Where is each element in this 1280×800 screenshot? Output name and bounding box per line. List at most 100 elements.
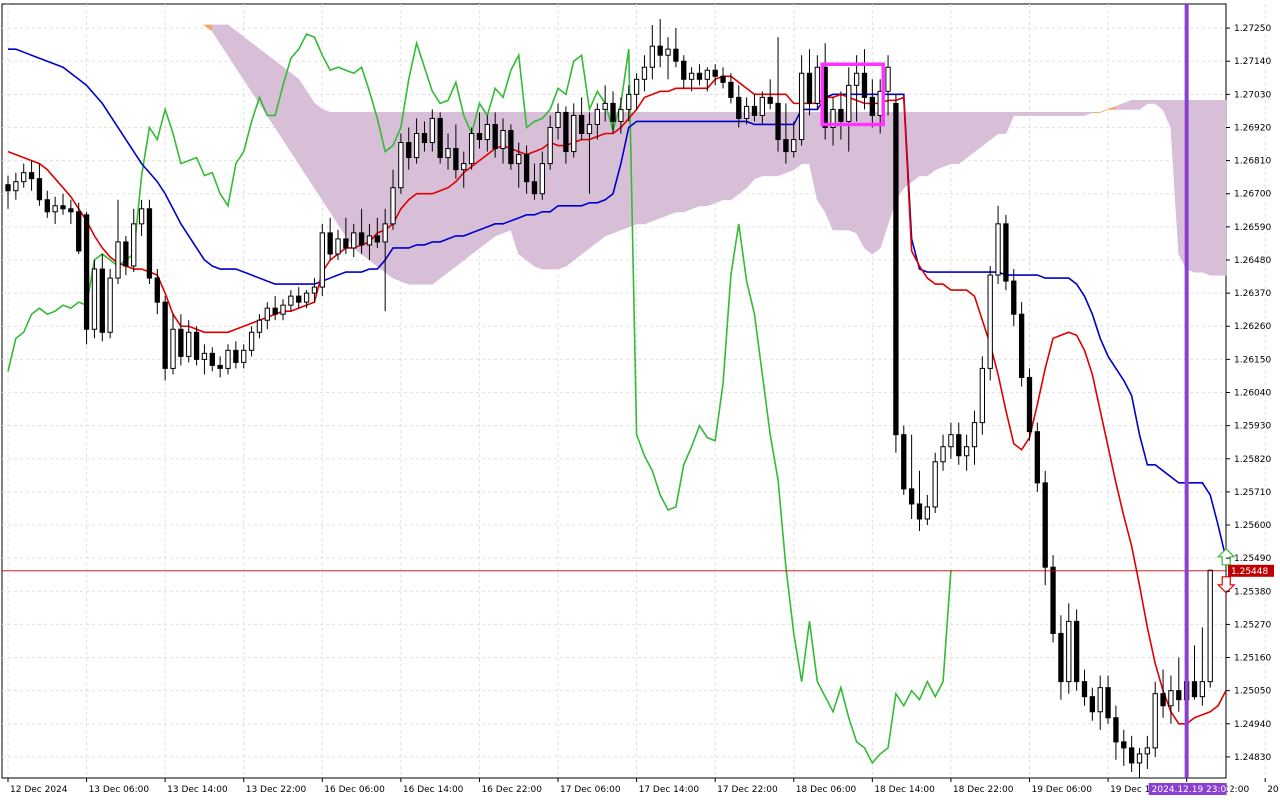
- candle-body: [956, 434, 962, 457]
- candle: [1003, 214, 1009, 291]
- candle-body: [131, 223, 137, 267]
- candle-body: [382, 223, 388, 243]
- cloud-segment: [1021, 112, 1030, 116]
- candle-body: [940, 446, 946, 463]
- x-tick-label: 12 Dec 2024: [10, 785, 68, 795]
- candle: [893, 94, 899, 453]
- candle-body: [5, 184, 11, 192]
- cloud-segment: [290, 72, 300, 165]
- candle-body: [178, 328, 184, 357]
- x-tick-label: 18 Dec 14:00: [874, 785, 935, 795]
- candle: [1034, 422, 1041, 492]
- cloud-segment: [974, 112, 983, 153]
- candle-body: [28, 172, 35, 180]
- candle-body: [1066, 620, 1072, 683]
- cloud-segment: [738, 112, 748, 195]
- cloud-segment: [919, 112, 928, 177]
- candle-body: [13, 181, 19, 192]
- cloud-segment: [683, 112, 693, 213]
- y-tick-label: 1.24830: [1234, 753, 1271, 763]
- candle-body: [555, 111, 561, 128]
- cloud-segment: [306, 89, 315, 190]
- candle-body: [68, 208, 74, 213]
- y-tick-label: 1.25820: [1234, 455, 1271, 465]
- candle-body: [44, 199, 50, 213]
- cloud-segment: [596, 112, 606, 243]
- candle-body: [775, 102, 781, 141]
- cloud-segment: [1036, 112, 1046, 116]
- candle-body: [398, 142, 404, 189]
- candle-body: [303, 292, 310, 303]
- candle-body: [233, 349, 239, 363]
- candle-body: [1097, 687, 1103, 713]
- candle-body: [429, 117, 435, 144]
- candle-body: [209, 352, 215, 366]
- y-tick-label: 1.25160: [1234, 654, 1271, 664]
- candle: [932, 452, 938, 513]
- candle-body: [52, 205, 58, 213]
- candle-body: [296, 295, 302, 303]
- candle-body: [696, 72, 703, 80]
- cloud-segment: [1194, 99, 1203, 273]
- cloud-segment: [950, 112, 960, 165]
- candle-body: [343, 238, 349, 249]
- candle-body: [60, 205, 66, 210]
- candle-body: [531, 181, 538, 195]
- candle-body: [1011, 280, 1017, 315]
- ichimoku-chart: 1.27250 1.27140 1.27030 1.26920 1.26810 1.267…: [0, 0, 1280, 800]
- candle-body: [374, 235, 380, 243]
- candle-body: [1026, 376, 1033, 433]
- candle: [1050, 555, 1056, 643]
- y-tick-label: 1.25490: [1234, 554, 1271, 564]
- candle-body: [288, 295, 294, 306]
- candle-body: [492, 123, 498, 150]
- cloud-segment: [761, 112, 771, 177]
- cloud-segment: [981, 112, 991, 147]
- cloud-segment: [871, 112, 881, 255]
- candle-body: [1089, 696, 1096, 713]
- candle-body: [1136, 753, 1143, 764]
- cloud-segment: [455, 112, 465, 267]
- x-tick-label: 17 Dec 14:00: [639, 785, 700, 795]
- candle-body: [1042, 482, 1048, 568]
- y-tick-label: 1.25380: [1234, 587, 1271, 597]
- candle-body: [908, 488, 915, 505]
- candle-body: [806, 72, 813, 104]
- candle-body: [319, 232, 325, 288]
- candle: [319, 223, 325, 297]
- candle: [107, 269, 113, 339]
- cloud-segment: [864, 112, 873, 255]
- y-tick-label: 1.26480: [1234, 256, 1271, 266]
- candle-body: [571, 114, 577, 153]
- candle-body: [1191, 681, 1198, 698]
- candle-body: [311, 286, 318, 294]
- candle-body: [688, 72, 695, 80]
- candle-body: [83, 214, 90, 330]
- candle-body: [36, 178, 43, 201]
- x-tick-label: 16 Dec 06:00: [324, 785, 385, 795]
- candle-body: [948, 434, 954, 448]
- candle-body: [814, 66, 820, 104]
- candle-body: [248, 331, 255, 351]
- cloud-segment: [958, 112, 968, 165]
- y-tick-label: 1.26920: [1234, 123, 1271, 133]
- x-tick-label: 17 Dec 22:00: [717, 785, 778, 795]
- candle-body: [193, 331, 200, 360]
- cloud-segment: [879, 112, 889, 249]
- candle-body: [453, 148, 459, 171]
- candle: [398, 133, 404, 194]
- candle-body: [767, 96, 773, 104]
- cloud-segment: [1060, 112, 1070, 116]
- x-tick-label: 13 Dec 14:00: [167, 785, 228, 795]
- x-tick-label: 16 Dec 14:00: [403, 785, 464, 795]
- x-tick-label: 19 Dec 06:00: [1031, 785, 1092, 795]
- candle-body: [602, 102, 608, 110]
- candle-body: [516, 154, 522, 165]
- candle-body: [901, 434, 907, 490]
- y-tick-label: 1.26260: [1234, 322, 1271, 332]
- cloud-segment: [832, 112, 842, 231]
- candle-body: [1113, 717, 1119, 743]
- candle-body: [468, 133, 475, 165]
- candle-body: [1144, 747, 1151, 755]
- candle: [91, 259, 98, 339]
